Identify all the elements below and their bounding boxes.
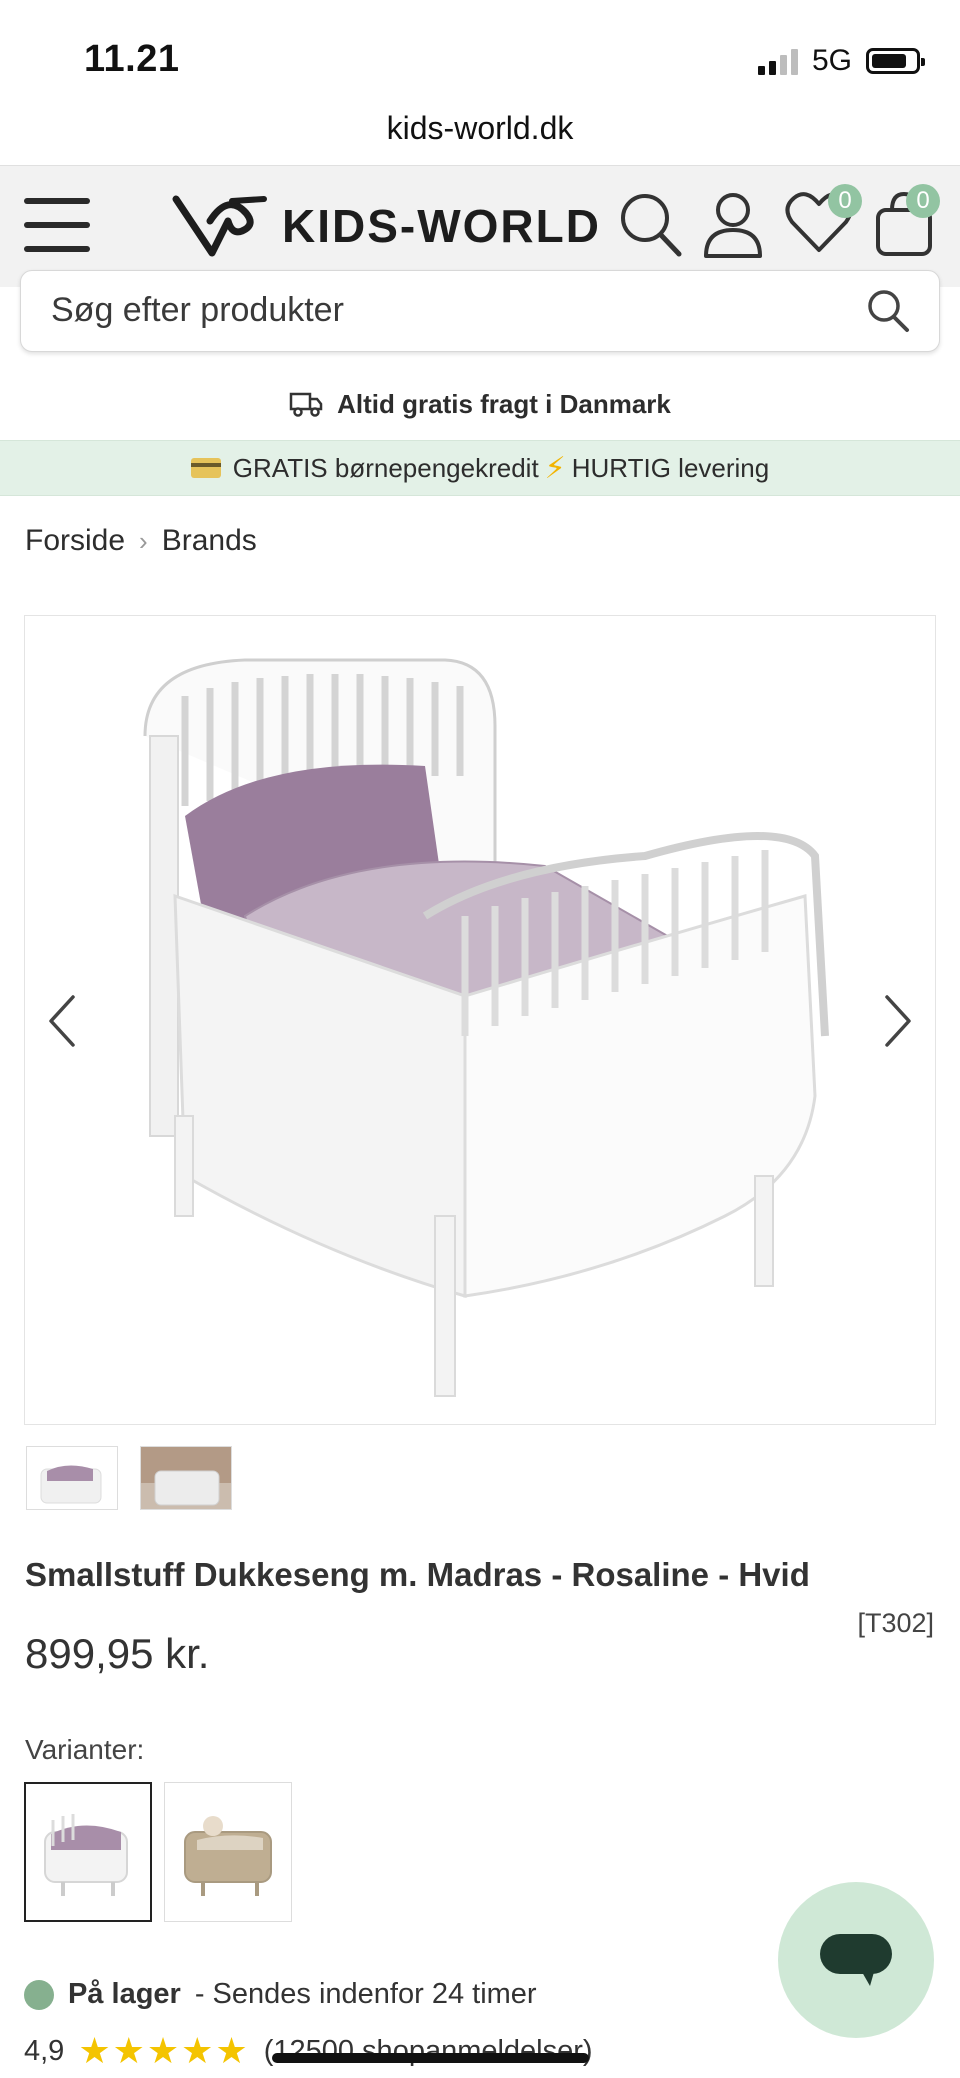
search-placeholder: Søg efter produkter (51, 291, 344, 329)
thumbnail-2[interactable] (140, 1446, 232, 1510)
signal-icon (757, 47, 798, 75)
gallery-prev-arrow-icon[interactable] (43, 991, 83, 1051)
search-submit-icon[interactable] (865, 287, 911, 338)
product-rating: 4,9 ★★★★★ (12500 shopanmeldelser) (24, 2030, 593, 2072)
wishlist-icon[interactable]: 0 (784, 184, 862, 261)
gallery-thumbnails (26, 1446, 232, 1510)
credit-card-icon (190, 458, 221, 478)
promo-text-2: HURTIG levering (571, 452, 770, 483)
truck-icon (289, 392, 323, 417)
product-price: 899,95 kr. (25, 1630, 210, 1677)
cart-count-badge: 0 (906, 184, 940, 218)
network-type: 5G (811, 44, 852, 77)
reviews-redaction (271, 2052, 589, 2063)
stock-detail: - Sendes indenfor 24 timer (194, 1978, 537, 2010)
search-input[interactable]: Søg efter produkter (20, 270, 940, 352)
battery-icon (866, 48, 925, 74)
account-icon[interactable] (702, 190, 764, 265)
rating-value: 4,9 (24, 2034, 65, 2067)
variant-white[interactable] (24, 1782, 152, 1922)
variant-selector (24, 1782, 292, 1922)
wishlist-count-badge: 0 (828, 184, 862, 218)
browser-url[interactable]: kids-world.dk (0, 110, 960, 147)
menu-icon[interactable] (24, 198, 90, 252)
lightning-icon: ⚡ (544, 451, 566, 485)
product-sku: [T302] (857, 1608, 934, 1638)
chat-bubble-icon (820, 1934, 892, 1986)
site-logo[interactable]: KIDS-WORLD (172, 188, 601, 264)
product-image-gallery[interactable] (24, 615, 936, 1425)
star-rating-icon: ★★★★★ (78, 2030, 250, 2071)
reviews-link[interactable]: (12500 shopanmeldelser) (264, 2035, 593, 2068)
breadcrumb: Forside › Brands (25, 524, 257, 558)
stock-label: På lager (68, 1978, 181, 2010)
in-stock-indicator-icon (24, 1979, 54, 2010)
promo-text-1: GRATIS børnepengekredit (232, 452, 539, 483)
breadcrumb-home[interactable]: Forside (25, 524, 125, 558)
status-bar: 11.21 5G (0, 0, 960, 118)
variants-label: Varianter: (25, 1734, 145, 1765)
logo-mark-icon (172, 195, 267, 257)
site-header: KIDS-WORLD 0 0 (0, 165, 960, 287)
promo-banner: GRATIS børnepengekredit ⚡ HURTIG leverin… (0, 440, 960, 496)
product-image (143, 658, 829, 1397)
shipping-text: Altid gratis fragt i Danmark (337, 388, 671, 419)
stock-status: På lager - Sendes indenfor 24 timer (24, 1978, 537, 2011)
cart-icon[interactable]: 0 (874, 184, 940, 265)
chat-button[interactable] (778, 1882, 934, 2038)
breadcrumb-brands[interactable]: Brands (162, 524, 257, 558)
chevron-right-icon: › (139, 525, 148, 556)
logo-text: KIDS-WORLD (282, 200, 601, 252)
search-icon[interactable] (618, 190, 684, 265)
gallery-next-arrow-icon[interactable] (877, 991, 917, 1051)
thumbnail-1[interactable] (26, 1446, 118, 1510)
product-title: Smallstuff Dukkeseng m. Madras - Rosalin… (25, 1556, 810, 1593)
variant-beige[interactable] (164, 1782, 292, 1922)
status-time: 11.21 (84, 38, 180, 80)
status-indicators: 5G (757, 44, 925, 78)
shipping-banner: Altid gratis fragt i Danmark (0, 368, 960, 440)
